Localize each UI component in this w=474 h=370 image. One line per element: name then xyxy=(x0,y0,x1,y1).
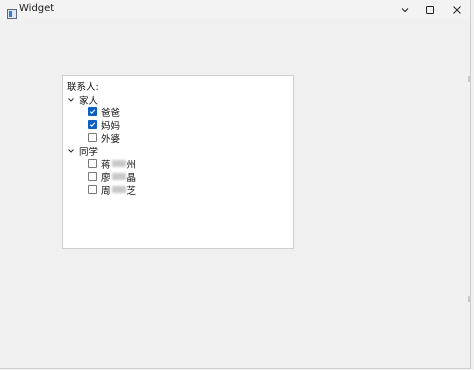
tree-header-label: 联系人: xyxy=(67,81,99,93)
redacted-text xyxy=(111,160,126,167)
tree-group-classmates[interactable]: 同学 xyxy=(67,144,99,158)
checkmark-icon xyxy=(89,109,96,115)
tree-item-label-end: 晶 xyxy=(126,172,137,184)
tree-item[interactable]: 廖 晶 xyxy=(88,170,137,184)
title-bar[interactable]: Widget xyxy=(0,0,470,19)
checkbox-unchecked[interactable] xyxy=(88,185,97,194)
window-edge-mark xyxy=(468,296,470,302)
tree-item[interactable]: 爸爸 xyxy=(88,105,121,119)
close-icon xyxy=(453,5,461,14)
square-icon xyxy=(426,5,434,14)
checkmark-icon xyxy=(89,122,96,128)
redacted-text xyxy=(111,173,126,180)
app-window: Widget 联系人: 家人 爸爸 妈妈 外婆 同学 蒋 州 廖 晶 周 芝 xyxy=(0,0,471,369)
app-icon xyxy=(7,4,17,19)
tree-item-label-end: 芝 xyxy=(126,185,137,197)
checkbox-checked[interactable] xyxy=(88,120,97,129)
tree-item-label-start: 周 xyxy=(101,185,111,197)
chevron-down-icon[interactable] xyxy=(67,147,75,155)
maximize-button[interactable] xyxy=(415,0,445,19)
contact-tree[interactable]: 联系人: 家人 爸爸 妈妈 外婆 同学 蒋 州 廖 晶 周 芝 xyxy=(62,75,294,249)
checkbox-unchecked[interactable] xyxy=(88,133,97,142)
tree-item-label: 外婆 xyxy=(101,133,121,145)
tree-item[interactable]: 周 芝 xyxy=(88,183,137,197)
tree-item[interactable]: 妈妈 xyxy=(88,118,121,132)
tree-group-label: 同学 xyxy=(79,146,99,158)
close-button[interactable] xyxy=(442,0,472,19)
tree-item-label-start: 廖 xyxy=(101,172,111,184)
tree-item[interactable]: 外婆 xyxy=(88,131,121,145)
window-title: Widget xyxy=(19,3,55,14)
checkbox-unchecked[interactable] xyxy=(88,159,97,168)
tree-item-label-end: 州 xyxy=(126,159,137,171)
tree-item-label: 妈妈 xyxy=(101,120,121,132)
checkbox-unchecked[interactable] xyxy=(88,172,97,181)
checkbox-checked[interactable] xyxy=(88,107,97,116)
chevron-down-icon[interactable] xyxy=(67,96,75,104)
tree-item[interactable]: 蒋 州 xyxy=(88,157,137,171)
tree-item-label: 爸爸 xyxy=(101,107,121,119)
window-edge-mark xyxy=(468,76,470,82)
chevron-down-icon xyxy=(401,7,409,12)
tree-header: 联系人: xyxy=(67,79,99,93)
tree-item-label-start: 蒋 xyxy=(101,159,111,171)
redacted-text xyxy=(111,186,126,193)
